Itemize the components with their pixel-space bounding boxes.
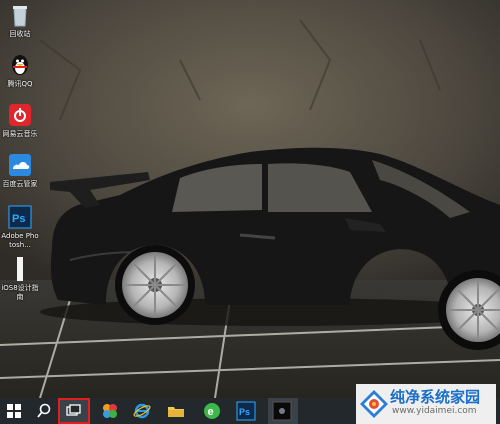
netease-music-shortcut[interactable]: 网易云音乐 <box>0 102 40 139</box>
ie-icon <box>133 403 151 419</box>
taskbar-file-explorer[interactable] <box>162 398 192 424</box>
photoshop-icon: Ps <box>236 401 256 421</box>
desktop-icon-label: Adobe Photosh... <box>1 232 39 249</box>
car-wallpaper <box>0 0 500 398</box>
document-icon <box>7 256 33 282</box>
taskbar-photoshop[interactable]: Ps <box>232 398 262 424</box>
netease-music-icon <box>7 102 33 128</box>
desktop-icon-label: iOS8设计指南 <box>1 284 39 301</box>
watermark: 纯净系统家园 www.yidaimei.com <box>356 384 496 424</box>
desktop-icon-label: 网易云音乐 <box>2 130 38 138</box>
qq-penguin-icon <box>7 52 33 78</box>
folder-icon <box>168 407 184 417</box>
taskbar-360-browser[interactable]: e <box>198 398 228 424</box>
svg-text:e: e <box>208 406 214 418</box>
svg-text:Ps: Ps <box>239 407 250 417</box>
taskbar-colorful-app[interactable] <box>96 398 126 424</box>
taskbar-internet-explorer[interactable] <box>128 398 158 424</box>
recycle-bin-icon <box>7 2 33 28</box>
start-button[interactable] <box>0 398 30 424</box>
recycle-bin-shortcut[interactable]: 回收站 <box>0 2 40 39</box>
photoshop-shortcut[interactable]: Ps Adobe Photosh... <box>0 204 40 250</box>
task-view-button[interactable] <box>58 398 90 424</box>
baidu-cloud-icon <box>7 152 33 178</box>
ios8-guide-shortcut[interactable]: iOS8设计指南 <box>0 256 40 302</box>
watermark-url: www.yidaimei.com <box>392 406 477 416</box>
svg-text:Ps: Ps <box>12 213 25 225</box>
watermark-title: 纯净系统家园 <box>390 388 481 406</box>
desktop-icon-label: 百度云管家 <box>2 180 38 188</box>
desktop: 回收站 腾讯QQ 网易云音乐 百度云管家 Ps Adobe Photosh...… <box>0 0 500 398</box>
dark-window-icon <box>272 401 292 421</box>
photoshop-icon: Ps <box>7 204 33 230</box>
watermark-logo-icon <box>360 390 388 418</box>
colorful-flower-icon <box>103 404 117 418</box>
desktop-icon-label: 回收站 <box>9 30 31 38</box>
taskbar-app-window[interactable] <box>268 398 298 424</box>
search-button[interactable] <box>30 398 60 424</box>
task-view-icon <box>66 404 81 416</box>
green-e-browser-icon: e <box>204 403 220 419</box>
qq-shortcut[interactable]: 腾讯QQ <box>0 52 40 89</box>
baidu-cloud-shortcut[interactable]: 百度云管家 <box>0 152 40 189</box>
windows-logo-icon <box>7 404 21 418</box>
search-icon <box>37 403 51 418</box>
desktop-icon-label: 腾讯QQ <box>7 80 33 88</box>
